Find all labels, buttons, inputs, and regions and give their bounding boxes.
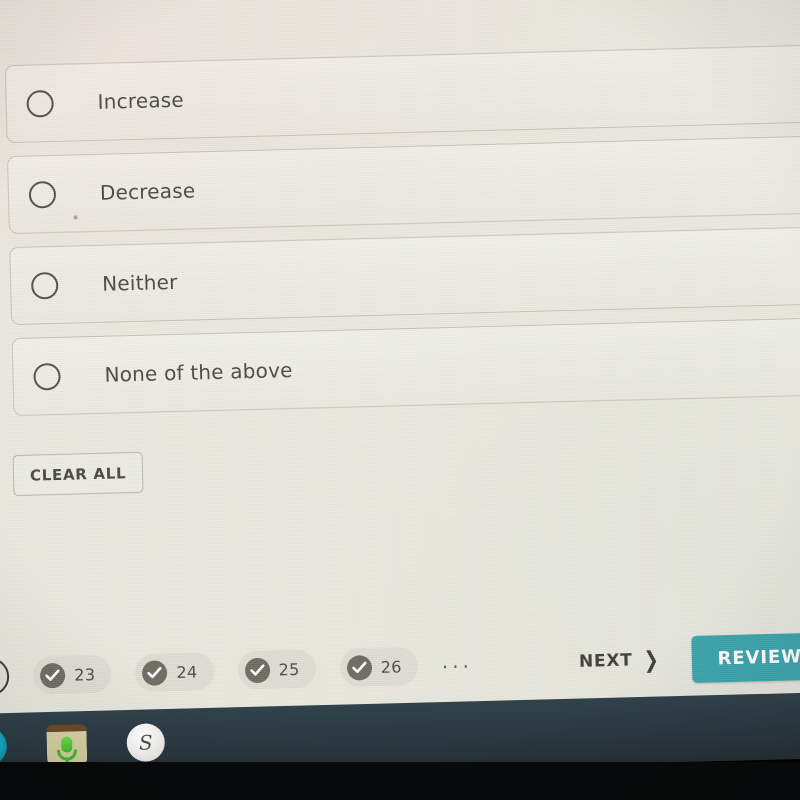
check-circle-icon (244, 657, 270, 683)
check-circle-icon (346, 654, 373, 681)
check-circle-icon (39, 662, 66, 688)
clear-all-container: CLEAR ALL (12, 451, 144, 497)
question-number: 24 (176, 661, 198, 682)
question-pill-current[interactable]: 22 (0, 657, 10, 697)
app-screen: Increase Decrease Neither None of the ab… (0, 0, 800, 742)
radio-unchecked-icon[interactable] (26, 89, 54, 118)
chevron-right-icon: ❯ (643, 646, 660, 674)
option-row-decrease[interactable]: Decrease (6, 133, 800, 235)
option-label: Decrease (99, 178, 196, 205)
option-label: Neither (101, 269, 178, 296)
review-button[interactable]: REVIEW (690, 632, 800, 683)
signature-avatar-icon[interactable]: S (126, 723, 166, 763)
microphone-recorder-app-icon[interactable] (46, 724, 88, 766)
next-button[interactable]: NEXT ❯ (578, 646, 660, 674)
radio-unchecked-icon[interactable] (33, 362, 61, 391)
question-number: 26 (380, 656, 403, 677)
check-circle-icon (142, 659, 168, 686)
option-row-none-of-the-above[interactable]: None of the above (11, 315, 800, 417)
blue-circle-app-icon[interactable] (0, 727, 8, 767)
option-label: None of the above (104, 357, 293, 387)
option-row-neither[interactable]: Neither (9, 224, 800, 326)
dust-speck-artifact (73, 215, 78, 220)
question-pill-answered[interactable]: 23 (32, 654, 112, 695)
question-pill-answered[interactable]: 24 (134, 652, 215, 693)
question-number: 23 (74, 664, 96, 685)
question-number: 25 (278, 659, 300, 679)
screen-photo: Increase Decrease Neither None of the ab… (0, 0, 800, 800)
clear-all-button[interactable]: CLEAR ALL (12, 451, 144, 497)
more-questions-ellipsis[interactable]: ... (441, 649, 473, 682)
radio-unchecked-icon[interactable] (28, 180, 57, 209)
answer-options-list: Increase Decrease Neither None of the ab… (4, 42, 800, 429)
radio-unchecked-icon[interactable] (30, 271, 59, 300)
option-label: Increase (97, 87, 185, 114)
screen-bezel (0, 762, 800, 800)
option-row-increase[interactable]: Increase (4, 42, 800, 144)
avatar-glyph: S (138, 730, 153, 755)
question-pill-answered[interactable]: 25 (237, 649, 317, 690)
question-pill-answered[interactable]: 26 (339, 646, 419, 687)
next-label: NEXT (578, 650, 633, 672)
